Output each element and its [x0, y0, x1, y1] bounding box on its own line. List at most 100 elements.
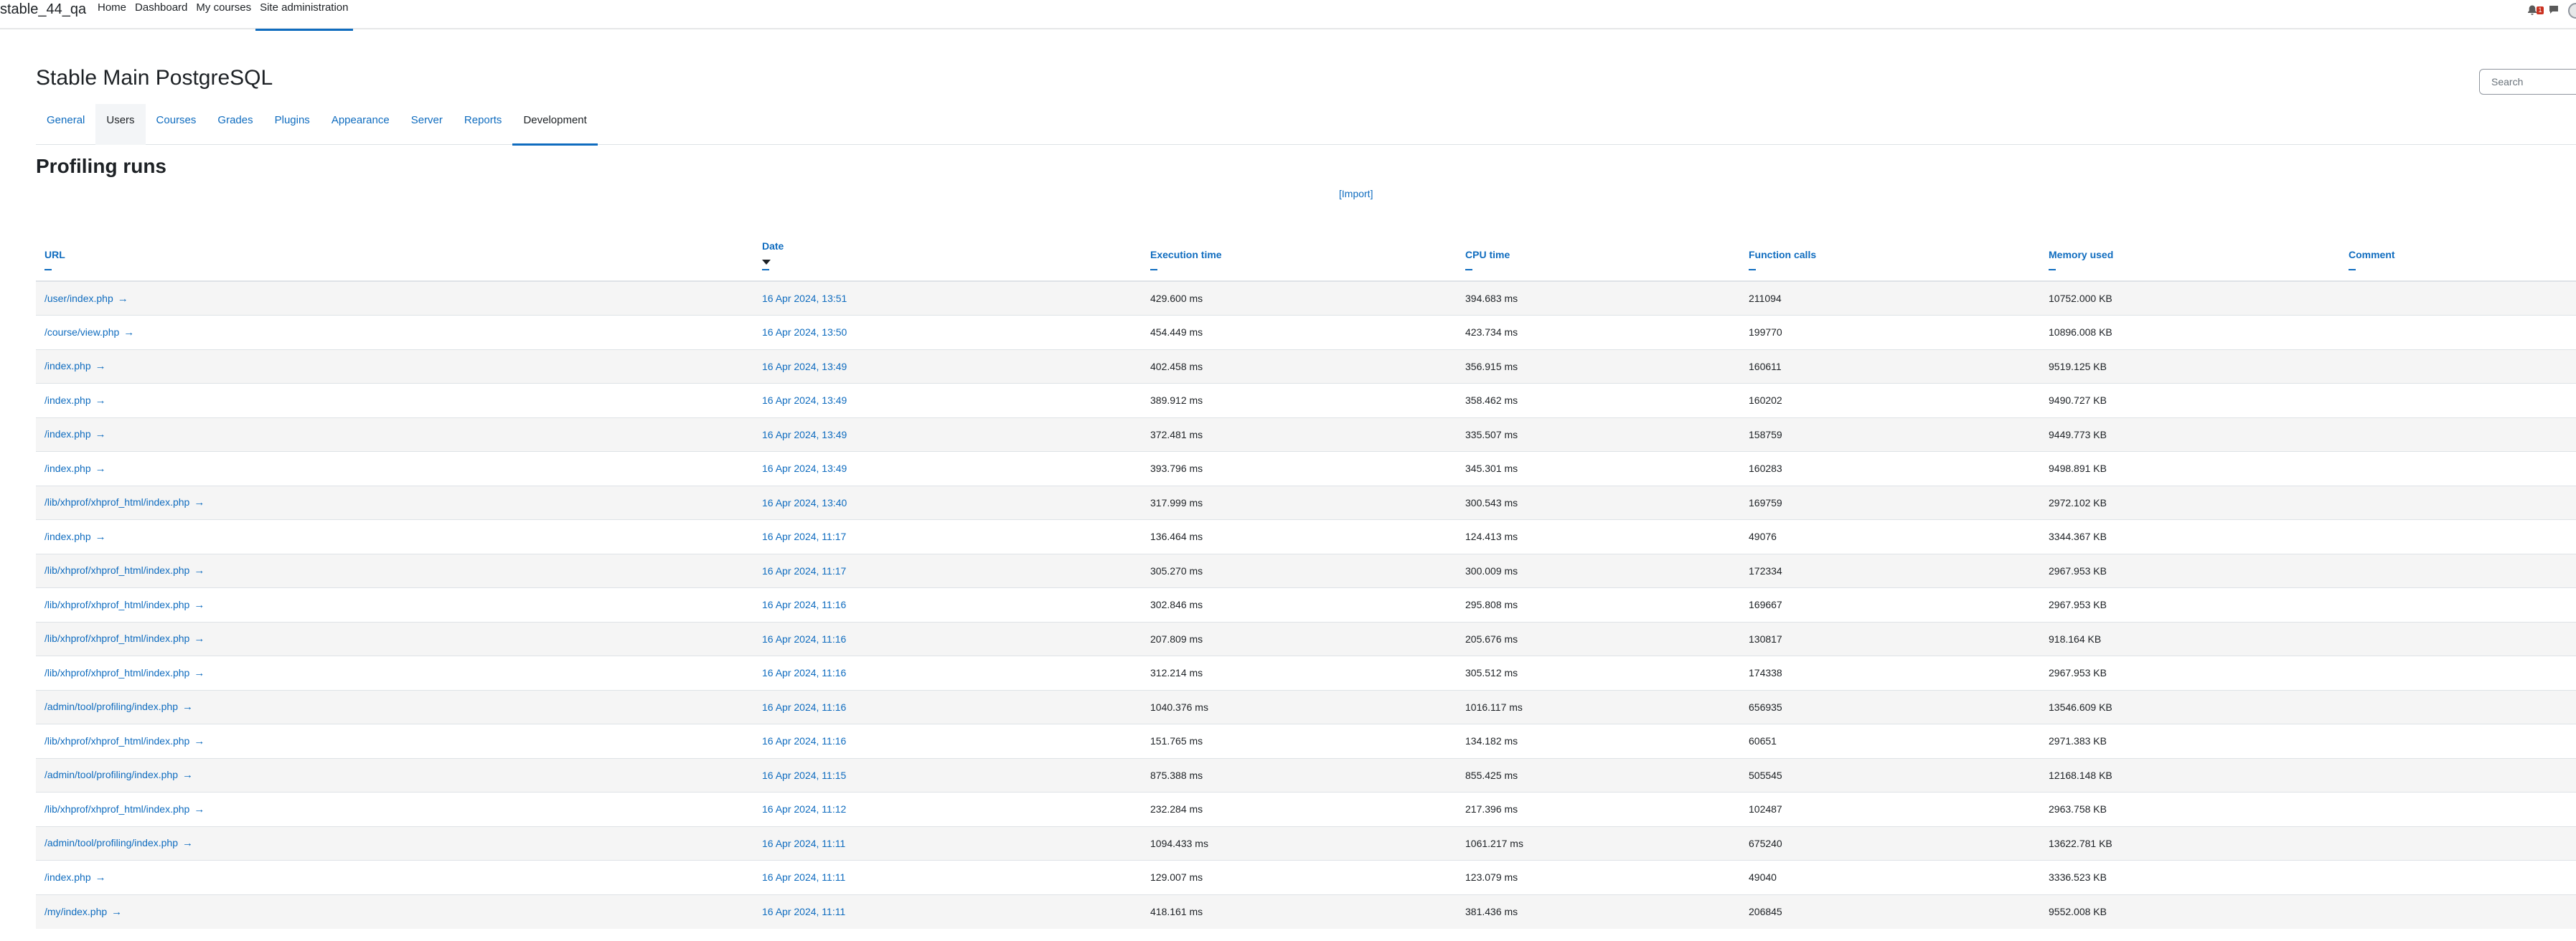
arrow-right-icon[interactable]: → — [123, 326, 134, 339]
column-header-date[interactable]: Date — [753, 212, 1142, 282]
table-row: /user/index.php → 16 Apr 2024, 13:51 429.60… — [36, 280, 2576, 316]
tab-general[interactable]: General — [36, 104, 95, 145]
cell-comment — [2340, 451, 2576, 486]
arrow-right-icon[interactable]: → — [95, 428, 106, 440]
tab-grades[interactable]: Grades — [207, 104, 263, 145]
column-header-cpu-time[interactable]: CPU time — [1457, 212, 1740, 282]
arrow-right-icon[interactable]: → — [194, 803, 205, 815]
run-url-link[interactable]: /lib/xhprof/xhprof_html/index.php — [44, 564, 189, 576]
run-url-link[interactable]: /lib/xhprof/xhprof_html/index.php — [44, 667, 189, 678]
notifications-button[interactable]: 1 — [2526, 4, 2544, 17]
run-date-link[interactable]: 16 Apr 2024, 13:51 — [762, 293, 847, 304]
run-url-link[interactable]: /index.php — [44, 428, 91, 440]
nav-site-administration[interactable]: Site administration — [255, 0, 353, 31]
run-date-link[interactable]: 16 Apr 2024, 11:11 — [762, 871, 845, 883]
run-url-link[interactable]: /admin/tool/profiling/index.php — [44, 837, 178, 848]
collapse-column-icon[interactable] — [44, 269, 52, 270]
collapse-column-icon[interactable] — [762, 269, 769, 270]
run-url-link[interactable]: /index.php — [44, 360, 91, 372]
arrow-right-icon[interactable]: → — [182, 701, 193, 713]
run-url-link[interactable]: /lib/xhprof/xhprof_html/index.php — [44, 496, 189, 508]
run-date-link[interactable]: 16 Apr 2024, 11:11 — [762, 838, 845, 849]
run-date-link[interactable]: 16 Apr 2024, 13:49 — [762, 361, 847, 372]
run-date-link[interactable]: 16 Apr 2024, 11:17 — [762, 565, 846, 577]
arrow-right-icon[interactable]: → — [95, 871, 106, 884]
cell-memory-used: 9490.727 KB — [2040, 383, 2340, 417]
run-url-link[interactable]: /index.php — [44, 394, 91, 406]
cell-cpu-time: 394.683 ms — [1457, 280, 1740, 316]
run-date-link[interactable]: 16 Apr 2024, 13:50 — [762, 326, 847, 338]
run-date-link[interactable]: 16 Apr 2024, 13:49 — [762, 394, 847, 406]
run-url-link[interactable]: /user/index.php — [44, 293, 113, 304]
column-header-memory-used[interactable]: Memory used — [2040, 212, 2340, 282]
cell-date: 16 Apr 2024, 11:16 — [753, 689, 1142, 724]
run-url-link[interactable]: /lib/xhprof/xhprof_html/index.php — [44, 633, 189, 644]
column-header-url[interactable]: URL — [36, 212, 753, 282]
arrow-right-icon[interactable]: → — [194, 496, 205, 509]
arrow-right-icon[interactable]: → — [111, 906, 122, 918]
tab-courses[interactable]: Courses — [146, 104, 207, 145]
run-date-link[interactable]: 16 Apr 2024, 11:17 — [762, 531, 846, 542]
admin-search-input[interactable]: Search — [2479, 69, 2576, 95]
nav-my-courses[interactable]: My courses — [192, 0, 255, 29]
run-date-link[interactable]: 16 Apr 2024, 13:40 — [762, 497, 847, 509]
arrow-right-icon[interactable]: → — [194, 633, 205, 645]
run-date-link[interactable]: 16 Apr 2024, 11:15 — [762, 770, 846, 781]
tab-server[interactable]: Server — [400, 104, 453, 145]
run-date-link[interactable]: 16 Apr 2024, 11:16 — [762, 701, 846, 713]
messages-button[interactable] — [2548, 4, 2559, 19]
run-date-link[interactable]: 16 Apr 2024, 11:16 — [762, 735, 846, 747]
run-url-link[interactable]: /lib/xhprof/xhprof_html/index.php — [44, 803, 189, 815]
tab-users[interactable]: Users — [95, 104, 146, 145]
run-date-link[interactable]: 16 Apr 2024, 11:11 — [762, 906, 845, 917]
run-url-link[interactable]: /index.php — [44, 531, 91, 542]
run-url-link[interactable]: /my/index.php — [44, 906, 107, 917]
nav-dashboard[interactable]: Dashboard — [131, 0, 192, 29]
run-url-link[interactable]: /lib/xhprof/xhprof_html/index.php — [44, 735, 189, 747]
collapse-column-icon[interactable] — [1150, 269, 1157, 270]
collapse-column-icon[interactable] — [2049, 269, 2056, 270]
column-header-comment[interactable]: Comment — [2340, 212, 2576, 282]
cell-function-calls: 505545 — [1740, 757, 2040, 793]
tab-reports[interactable]: Reports — [453, 104, 513, 145]
run-url-link[interactable]: /admin/tool/profiling/index.php — [44, 701, 178, 712]
run-url-link[interactable]: /lib/xhprof/xhprof_html/index.php — [44, 599, 189, 610]
run-date-link[interactable]: 16 Apr 2024, 11:16 — [762, 599, 846, 610]
tab-appearance[interactable]: Appearance — [321, 104, 400, 145]
site-brand[interactable]: stable_44_qa — [0, 1, 86, 18]
arrow-right-icon[interactable]: → — [95, 463, 106, 475]
arrow-right-icon[interactable]: → — [95, 360, 106, 372]
run-url-link[interactable]: /admin/tool/profiling/index.php — [44, 769, 178, 780]
arrow-right-icon[interactable]: → — [194, 735, 205, 747]
cell-date: 16 Apr 2024, 11:16 — [753, 621, 1142, 656]
run-url-link[interactable]: /index.php — [44, 463, 91, 474]
arrow-right-icon[interactable]: → — [182, 769, 193, 781]
tab-plugins[interactable]: Plugins — [264, 104, 321, 145]
run-date-link[interactable]: 16 Apr 2024, 11:12 — [762, 803, 846, 815]
arrow-right-icon[interactable]: → — [194, 564, 205, 577]
run-date-link[interactable]: 16 Apr 2024, 13:49 — [762, 463, 847, 474]
collapse-column-icon[interactable] — [2349, 269, 2356, 270]
cell-cpu-time: 205.676 ms — [1457, 621, 1740, 656]
nav-home[interactable]: Home — [93, 0, 131, 29]
arrow-right-icon[interactable]: → — [118, 293, 128, 305]
cell-url: /lib/xhprof/xhprof_html/index.php → — [36, 587, 753, 622]
run-date-link[interactable]: 16 Apr 2024, 11:16 — [762, 633, 846, 645]
user-avatar[interactable] — [2568, 3, 2576, 19]
column-header-function-calls[interactable]: Function calls — [1740, 212, 2040, 282]
arrow-right-icon[interactable]: → — [95, 394, 106, 407]
column-header-execution-time[interactable]: Execution time — [1142, 212, 1457, 282]
cell-function-calls: 172334 — [1740, 553, 2040, 588]
collapse-column-icon[interactable] — [1465, 269, 1472, 270]
collapse-column-icon[interactable] — [1749, 269, 1756, 270]
arrow-right-icon[interactable]: → — [95, 531, 106, 543]
arrow-right-icon[interactable]: → — [182, 837, 193, 849]
arrow-right-icon[interactable]: → — [194, 599, 205, 611]
import-link[interactable]: [Import] — [1339, 188, 1373, 199]
run-date-link[interactable]: 16 Apr 2024, 13:49 — [762, 429, 847, 440]
run-url-link[interactable]: /course/view.php — [44, 326, 119, 338]
run-date-link[interactable]: 16 Apr 2024, 11:16 — [762, 667, 846, 678]
run-url-link[interactable]: /index.php — [44, 871, 91, 883]
arrow-right-icon[interactable]: → — [194, 667, 205, 679]
tab-development[interactable]: Development — [512, 104, 598, 146]
